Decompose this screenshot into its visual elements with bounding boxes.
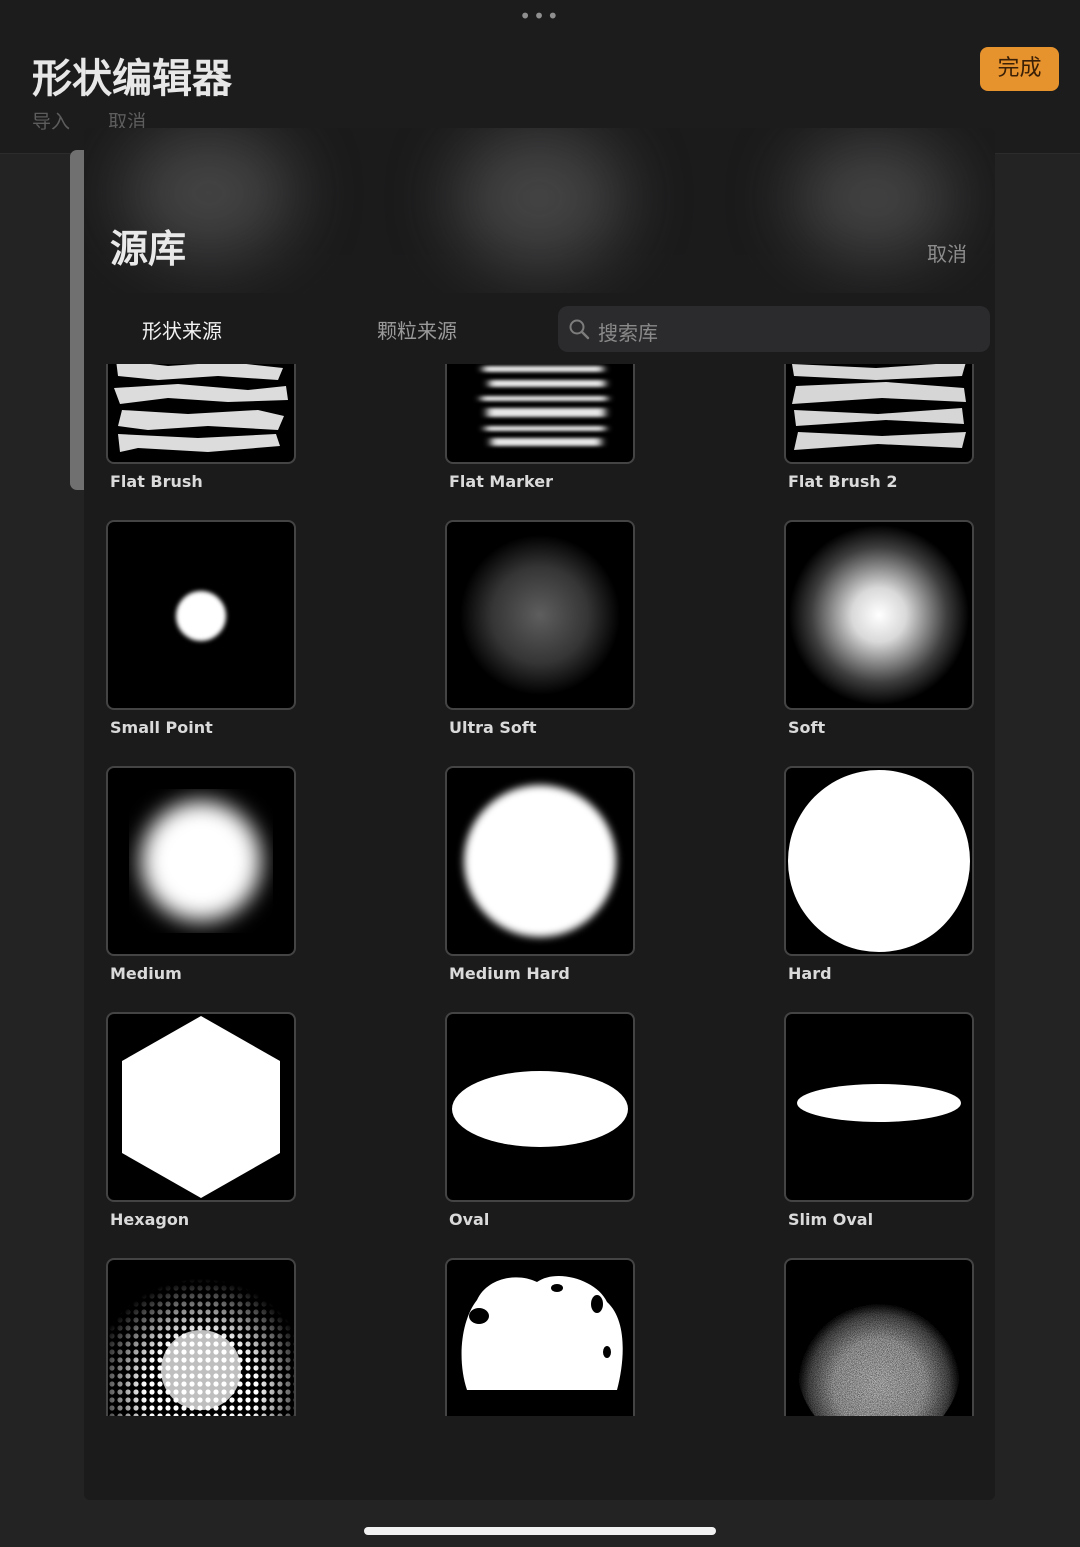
shape-name: Flat Brush 2 [788, 472, 898, 491]
shape-preview [445, 1258, 635, 1416]
shape-preview [784, 766, 974, 956]
shape-preview [784, 1258, 974, 1416]
shape-name: Medium [110, 964, 182, 983]
shape-name: Small Point [110, 718, 213, 737]
panel-header: 源库 取消 [84, 128, 995, 293]
search-placeholder: 搜索库 [598, 321, 658, 345]
panel-cancel-button[interactable]: 取消 [927, 238, 967, 267]
shape-preview [106, 520, 296, 710]
shape-preview [445, 520, 635, 710]
shape-preview [106, 1012, 296, 1202]
shape-preview [784, 520, 974, 710]
home-indicator[interactable] [364, 1527, 716, 1535]
shape-name: Flat Marker [449, 472, 553, 491]
shape-editor-title: 形状编辑器 [32, 56, 232, 102]
shape-name: Ultra Soft [449, 718, 537, 737]
search-input[interactable]: 搜索库 [558, 306, 990, 352]
done-button[interactable]: 完成 [980, 47, 1059, 91]
shape-name: Soft [788, 718, 826, 737]
shape-preview [445, 1012, 635, 1202]
tab-grain-source[interactable]: 颗粒来源 [377, 315, 457, 344]
shape-name: Flat Brush [110, 472, 203, 491]
shape-preview [106, 1258, 296, 1416]
import-button[interactable]: 导入 [32, 111, 70, 133]
header-preview-blur [454, 128, 624, 268]
shape-name: Hard [788, 964, 832, 983]
multitask-dots[interactable]: ••• [0, 6, 1080, 26]
shape-name: Hexagon [110, 1210, 190, 1229]
side-scroll-handle[interactable] [70, 150, 84, 490]
shape-preview [106, 364, 296, 464]
shape-preview [784, 364, 974, 464]
shape-name: Slim Oval [788, 1210, 874, 1229]
shape-preview [784, 1012, 974, 1202]
search-icon [569, 319, 590, 340]
panel-title: 源库 [110, 227, 187, 271]
source-library-panel: 源库 取消 形状来源 颗粒来源 搜索库 Flat Brush Flat Mark… [84, 128, 995, 1500]
shape-preview [445, 766, 635, 956]
shape-grid: Flat Brush Flat Marker Flat Brush 2 Smal… [84, 364, 995, 1416]
shape-name: Medium Hard [449, 964, 570, 983]
shape-preview [106, 766, 296, 956]
tab-shape-source[interactable]: 形状来源 [142, 315, 222, 344]
shape-name: Oval [449, 1210, 490, 1229]
shape-preview [445, 364, 635, 464]
